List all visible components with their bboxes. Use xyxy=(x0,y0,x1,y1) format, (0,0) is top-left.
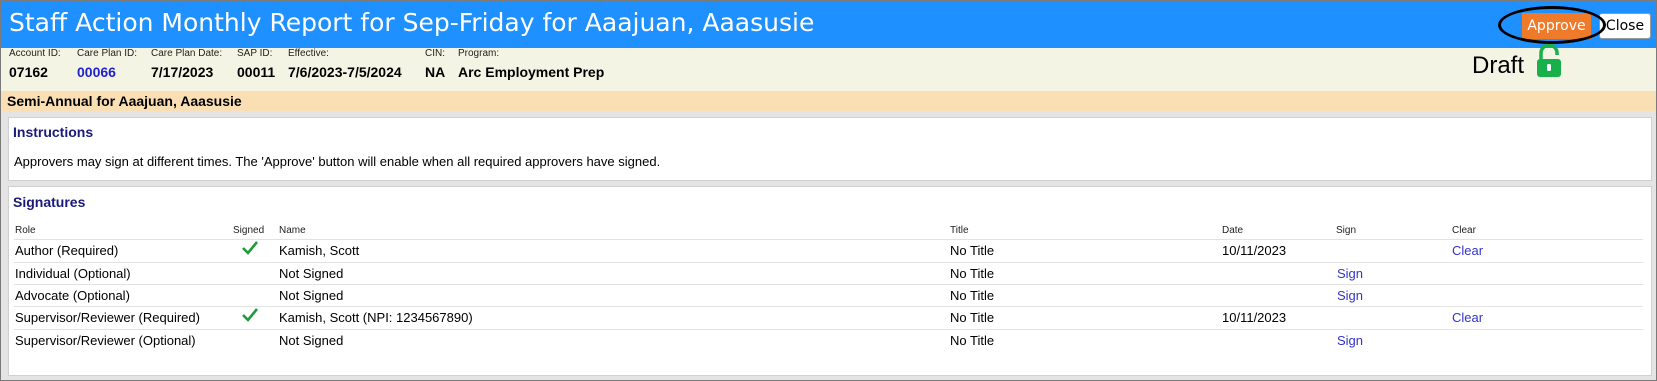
date-cell: 10/11/2023 xyxy=(1222,243,1287,258)
signature-row: Supervisor/Reviewer (Optional) Not Signe… xyxy=(14,329,1643,352)
plan-info-bar: Account ID: 07162 Care Plan ID: 00066 Ca… xyxy=(1,43,1656,91)
name-cell: Kamish, Scott xyxy=(279,243,360,258)
instructions-text: Approvers may sign at different times. T… xyxy=(14,154,661,169)
field-label: Effective: xyxy=(288,48,329,59)
checkmark-icon xyxy=(242,307,259,326)
signature-row: Author (Required) Kamish, Scott No Title… xyxy=(14,239,1643,262)
title-cell: No Title xyxy=(950,243,995,258)
care-plan-id-link[interactable]: 00066 xyxy=(77,64,116,80)
title-cell: No Title xyxy=(950,310,995,325)
field-label: Program: xyxy=(458,48,500,59)
clear-link[interactable]: Clear xyxy=(1452,310,1483,325)
title-bar: Staff Action Monthly Report for Sep-Frid… xyxy=(1,1,1656,48)
sign-link[interactable]: Sign xyxy=(1337,288,1363,303)
window-title: Staff Action Monthly Report for Sep-Frid… xyxy=(9,8,815,37)
field-label: CIN: xyxy=(425,48,445,59)
clear-link[interactable]: Clear xyxy=(1452,243,1483,258)
name-cell: Not Signed xyxy=(279,266,344,281)
field-label: Care Plan ID: xyxy=(77,48,138,59)
section-heading: Semi-Annual for Aaajuan, Aaasusie xyxy=(1,91,1656,111)
field-label: SAP ID: xyxy=(237,48,273,59)
column-header-title: Title xyxy=(950,225,969,236)
sign-link[interactable]: Sign xyxy=(1337,333,1363,348)
field-value: 00011 xyxy=(237,64,276,80)
field-value: Arc Employment Prep xyxy=(458,64,605,80)
signature-row: Advocate (Optional) Not Signed No Title … xyxy=(14,284,1643,307)
field-value: 7/6/2023-7/5/2024 xyxy=(288,64,402,80)
column-header-sign: Sign xyxy=(1336,225,1357,236)
name-cell: Not Signed xyxy=(279,288,344,303)
field-value: NA xyxy=(425,64,446,80)
title-cell: No Title xyxy=(950,333,995,348)
signatures-panel: Signatures Role Signed Name Title Date S… xyxy=(8,186,1652,376)
date-cell: 10/11/2023 xyxy=(1222,310,1287,325)
instructions-title: Instructions xyxy=(13,124,94,140)
instructions-panel: Instructions Approvers may sign at diffe… xyxy=(8,117,1652,181)
role-cell: Advocate (Optional) xyxy=(15,288,130,303)
field-value: 7/17/2023 xyxy=(151,64,214,80)
column-header-date: Date xyxy=(1222,225,1244,236)
title-cell: No Title xyxy=(950,266,995,281)
column-header-signed: Signed xyxy=(233,225,265,236)
role-cell: Individual (Optional) xyxy=(15,266,131,281)
title-cell: No Title xyxy=(950,288,995,303)
sign-link[interactable]: Sign xyxy=(1337,266,1363,281)
report-body: Instructions Approvers may sign at diffe… xyxy=(1,111,1656,380)
column-header-clear: Clear xyxy=(1452,225,1476,236)
signatures-title: Signatures xyxy=(13,194,86,210)
name-cell: Kamish, Scott (NPI: 1234567890) xyxy=(279,310,473,325)
role-cell: Supervisor/Reviewer (Optional) xyxy=(15,333,196,348)
role-cell: Supervisor/Reviewer (Required) xyxy=(15,310,200,325)
column-header-role: Role xyxy=(15,225,36,236)
report-window: Staff Action Monthly Report for Sep-Frid… xyxy=(0,0,1657,381)
approve-button[interactable]: Approve xyxy=(1522,13,1591,39)
signature-row: Supervisor/Reviewer (Required) Kamish, S… xyxy=(14,306,1643,329)
checkmark-icon xyxy=(242,240,259,259)
column-header-name: Name xyxy=(279,225,306,236)
field-label: Account ID: xyxy=(9,48,61,59)
close-button[interactable]: Close xyxy=(1599,13,1651,39)
field-label: Care Plan Date: xyxy=(151,48,223,59)
status-text: Draft xyxy=(1472,52,1525,79)
role-cell: Author (Required) xyxy=(15,243,119,258)
field-value: 07162 xyxy=(9,64,48,80)
unlocked-padlock-icon[interactable] xyxy=(1535,43,1565,82)
name-cell: Not Signed xyxy=(279,333,344,348)
signature-row: Individual (Optional) Not Signed No Titl… xyxy=(14,262,1643,285)
